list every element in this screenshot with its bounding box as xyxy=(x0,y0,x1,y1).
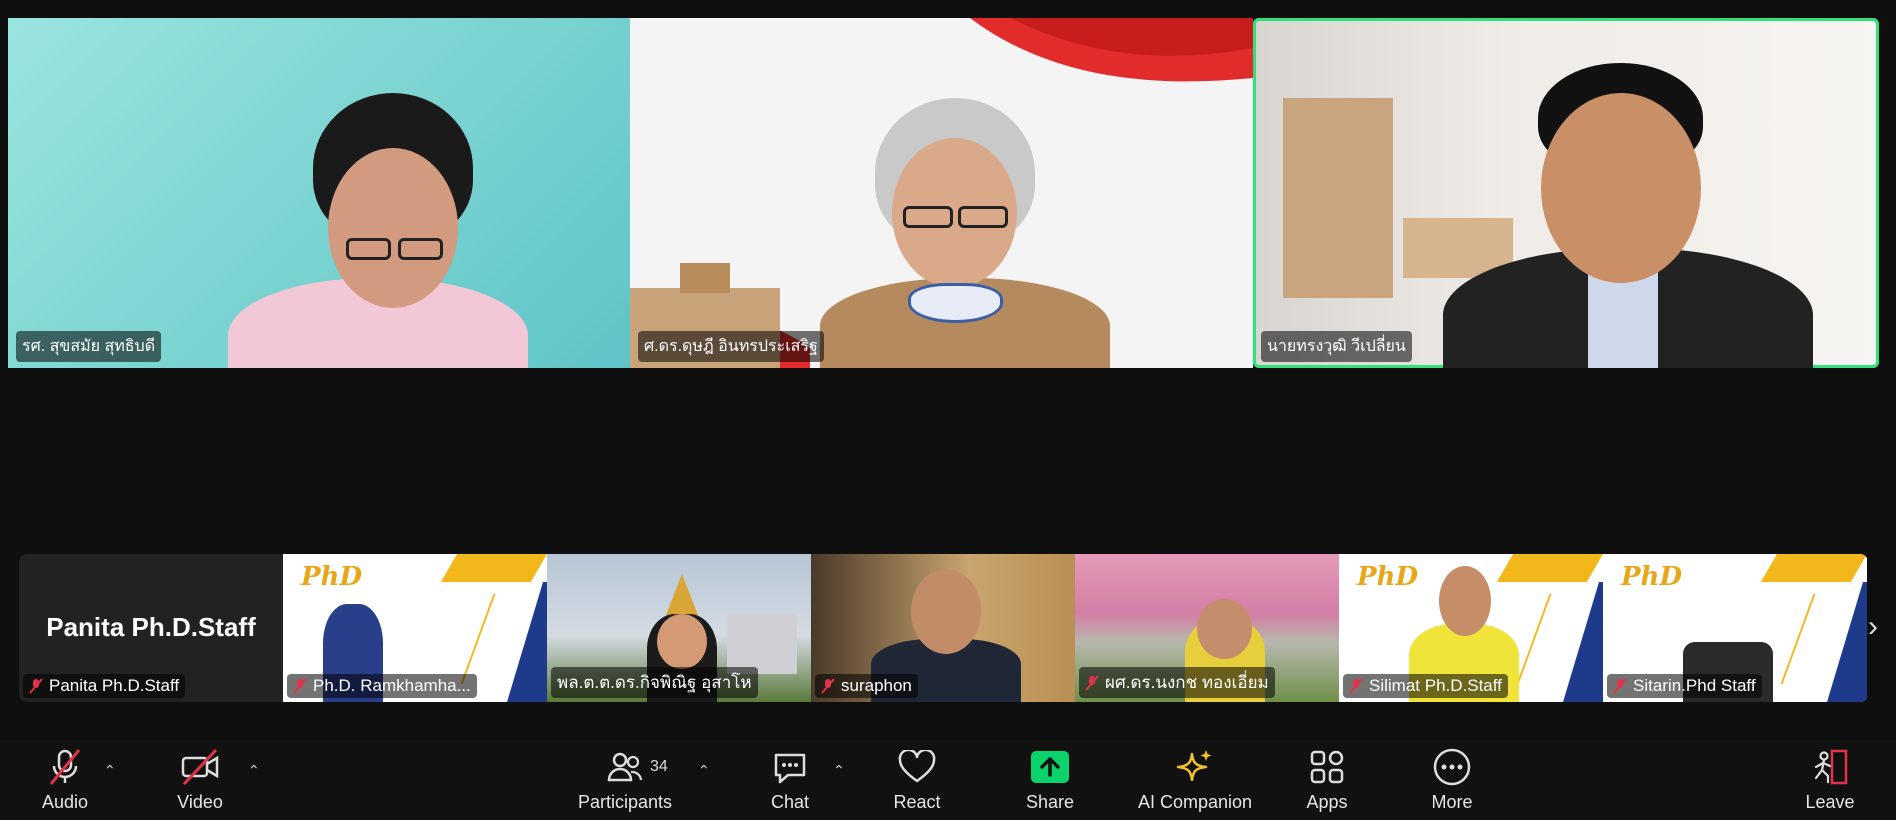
participant-name-tag: suraphon xyxy=(815,674,918,698)
exit-door-icon xyxy=(1810,748,1850,786)
sparkle-icon xyxy=(1176,748,1214,786)
video-tile-3-active-speaker[interactable]: นายทรงวุฒิ วีเปลี่ยน xyxy=(1253,18,1879,368)
heart-icon xyxy=(898,748,936,786)
decor-stripe xyxy=(1760,554,1867,582)
microphone-muted-icon xyxy=(1085,674,1099,691)
share-arrow-icon xyxy=(1030,748,1070,786)
participant-name-tag: ผศ.ดร.นงกช ทองเอี่ยม xyxy=(1079,667,1275,698)
leave-button[interactable]: Leave xyxy=(1765,748,1895,813)
ai-companion-button[interactable]: AI Companion xyxy=(1130,748,1260,813)
decor-stripe xyxy=(1496,554,1603,582)
ellipsis-icon xyxy=(1433,748,1471,786)
apps-grid-icon xyxy=(1309,748,1345,786)
thumbnail-tile[interactable]: PhD Ph.D. Ramkhamha... xyxy=(283,554,547,702)
thumbnail-tile[interactable]: PhD Sitarin.Phd Staff xyxy=(1603,554,1867,702)
more-label: More xyxy=(1431,792,1473,812)
share-button[interactable]: Share xyxy=(985,748,1115,813)
thumbnail-tile[interactable]: PhD Silimat Ph.D.Staff xyxy=(1339,554,1603,702)
apps-label: Apps xyxy=(1306,792,1348,812)
participant-name-tag: ศ.ดร.ดุษฎี อินทรประเสริฐ xyxy=(638,331,824,362)
audio-button[interactable]: Audio xyxy=(0,748,130,813)
participant-name: นายทรงวุฒิ วีเปลี่ยน xyxy=(1267,338,1406,355)
share-label: Share xyxy=(1025,792,1075,812)
participant-name: Sitarin.Phd Staff xyxy=(1633,676,1756,695)
participant-name: ผศ.ดร.นงกช ทองเอี่ยม xyxy=(1105,673,1269,692)
decor-stripe xyxy=(440,554,547,582)
apps-button[interactable]: Apps xyxy=(1262,748,1392,813)
video-button[interactable]: Video xyxy=(135,748,265,813)
microphone-muted-icon xyxy=(293,678,307,694)
chat-button[interactable]: Chat xyxy=(725,748,855,813)
thumbnail-tile[interactable]: ผศ.ดร.นงกช ทองเอี่ยม xyxy=(1075,554,1339,702)
chat-bubble-icon xyxy=(772,748,808,786)
phd-logo: PhD xyxy=(1357,562,1419,592)
participants-options-caret-icon[interactable]: ⌃ xyxy=(698,762,710,779)
video-label: Video xyxy=(177,792,223,812)
leave-label: Leave xyxy=(1805,792,1855,812)
participant-face xyxy=(657,614,707,669)
participant-video xyxy=(1413,48,1833,368)
participant-name: ศ.ดร.ดุษฎี อินทรประเสริฐ xyxy=(644,338,818,355)
microphone-muted-icon xyxy=(1613,678,1627,694)
phd-logo: PhD xyxy=(1621,562,1683,592)
chat-label: Chat xyxy=(770,792,810,812)
react-label: React xyxy=(893,792,941,812)
thumbnail-tile[interactable]: suraphon xyxy=(811,554,1075,702)
video-options-caret-icon[interactable]: ⌃ xyxy=(248,762,260,779)
microphone-muted-icon xyxy=(1349,678,1363,694)
more-button[interactable]: More xyxy=(1387,748,1517,813)
participants-label: Participants xyxy=(577,792,673,812)
audio-label: Audio xyxy=(41,792,89,812)
participant-name: Silimat Ph.D.Staff xyxy=(1369,676,1502,695)
background-shelf xyxy=(1283,98,1393,298)
chevron-right-icon[interactable]: › xyxy=(1868,610,1878,644)
participant-name-tag: Ph.D. Ramkhamha... xyxy=(287,674,477,698)
meeting-toolbar: Audio ⌃ Video ⌃ Participants 34 ⌃ Chat ⌃… xyxy=(0,740,1896,820)
participant-face xyxy=(1197,599,1252,659)
audio-options-caret-icon[interactable]: ⌃ xyxy=(104,762,116,779)
microphone-muted-icon xyxy=(821,678,835,694)
thumbnail-tile[interactable]: พล.ต.ต.ดร.กิจพิณิฐ อุสาโห xyxy=(547,554,811,702)
participant-name: พล.ต.ต.ดร.กิจพิณิฐ อุสาโห xyxy=(557,673,752,692)
participants-button[interactable]: Participants xyxy=(560,748,690,813)
people-icon xyxy=(607,748,643,786)
participant-name-tag: รศ. สุขสมัย สุทธิบดี xyxy=(16,331,162,362)
participant-name-tag: นายทรงวุฒิ วีเปลี่ยน xyxy=(1261,331,1412,362)
participant-name-tag: Sitarin.Phd Staff xyxy=(1607,674,1762,698)
building-background xyxy=(727,614,797,674)
participants-count: 34 xyxy=(650,758,668,775)
microphone-muted-icon xyxy=(47,748,83,786)
participant-name: รศ. สุขสมัย สุทธิบดี xyxy=(22,338,156,355)
participant-video xyxy=(800,98,1130,368)
participant-thumbnail-strip: Panita Ph.D.Staff Panita Ph.D.Staff PhD … xyxy=(19,554,1868,702)
react-button[interactable]: React xyxy=(852,748,982,813)
phd-logo: PhD xyxy=(301,562,363,592)
participant-display-name: Panita Ph.D.Staff xyxy=(46,612,256,642)
video-tile-2[interactable]: ศ.ดร.ดุษฎี อินทรประเสริฐ xyxy=(630,18,1253,368)
microphone-muted-icon xyxy=(29,678,43,694)
thumbnail-tile[interactable]: Panita Ph.D.Staff Panita Ph.D.Staff xyxy=(19,554,283,702)
participant-name: Panita Ph.D.Staff xyxy=(49,676,180,695)
chat-options-caret-icon[interactable]: ⌃ xyxy=(833,762,845,779)
video-tile-1[interactable]: รศ. สุขสมัย สุทธิบดี xyxy=(8,18,630,368)
camera-off-icon xyxy=(180,748,220,786)
participant-name: Ph.D. Ramkhamha... xyxy=(313,676,471,695)
participant-name-tag: Panita Ph.D.Staff xyxy=(23,674,186,698)
participant-name-tag: พล.ต.ต.ดร.กิจพิณิฐ อุสาโห xyxy=(551,667,758,698)
participant-video xyxy=(208,78,548,368)
participant-name: suraphon xyxy=(841,676,912,695)
participant-name-tag: Silimat Ph.D.Staff xyxy=(1343,674,1508,698)
participant-face xyxy=(911,569,981,654)
ai-companion-label: AI Companion xyxy=(1137,792,1253,812)
participant-face xyxy=(1439,566,1491,636)
